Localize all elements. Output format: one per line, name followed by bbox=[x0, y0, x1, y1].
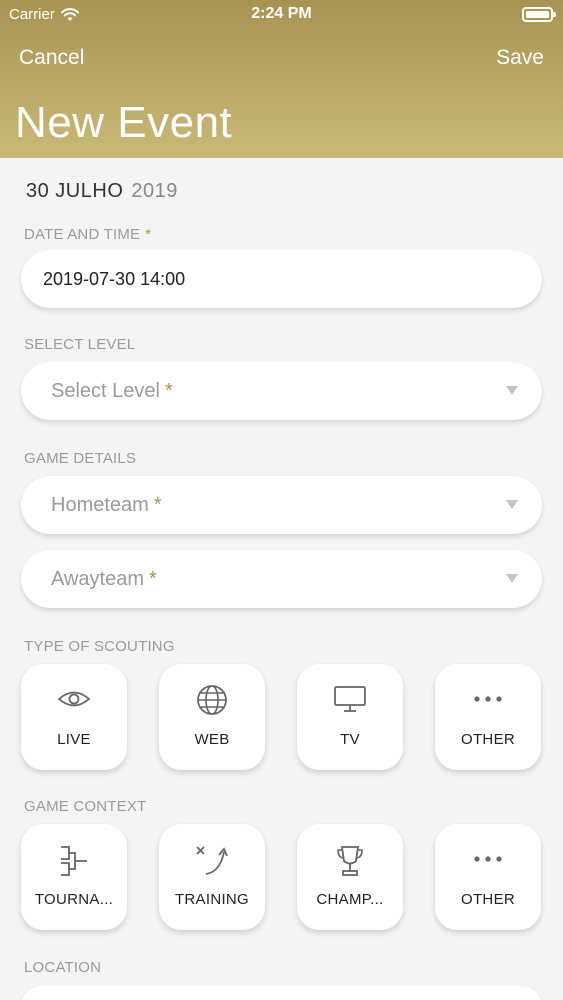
selected-date: 30 JULHO 2019 bbox=[26, 180, 178, 203]
select-level-label: SELECT LEVEL bbox=[24, 336, 136, 353]
globe-icon bbox=[159, 684, 265, 715]
required-mark: * bbox=[164, 379, 173, 402]
chevron-down-icon bbox=[506, 500, 518, 509]
scouting-option-label: LIVE bbox=[57, 731, 91, 748]
page-title: New Event bbox=[15, 98, 233, 147]
date-day-month: 30 JULHO bbox=[26, 180, 124, 202]
select-level-placeholder: Select Level bbox=[51, 379, 160, 402]
chevron-down-icon bbox=[506, 386, 518, 395]
game-details-label: GAME DETAILS bbox=[24, 450, 137, 467]
cancel-button[interactable]: Cancel bbox=[19, 46, 84, 70]
status-time: 2:24 PM bbox=[251, 5, 312, 22]
context-option-label: TOURNA... bbox=[34, 891, 114, 908]
hometeam-dropdown[interactable]: Hometeam * bbox=[21, 476, 542, 534]
date-time-label: DATE AND TIME * bbox=[24, 226, 151, 243]
context-option-training[interactable]: TRAINING bbox=[159, 824, 265, 930]
header-bar: Carrier 2:24 PM Cancel Save New Event bbox=[0, 0, 563, 158]
scouting-option-tv[interactable]: TV bbox=[297, 664, 403, 770]
battery-icon bbox=[522, 7, 556, 22]
game-context-label: GAME CONTEXT bbox=[24, 798, 147, 815]
hometeam-placeholder: Hometeam bbox=[51, 493, 149, 516]
scouting-option-other[interactable]: OTHER bbox=[435, 664, 541, 770]
date-year: 2019 bbox=[131, 180, 178, 202]
select-level-dropdown[interactable]: Select Level * bbox=[21, 362, 542, 420]
scouting-option-label: WEB bbox=[194, 731, 230, 748]
trophy-icon bbox=[297, 844, 403, 876]
scouting-option-label: TV bbox=[340, 731, 360, 748]
date-time-value: 2019-07-30 14:00 bbox=[43, 268, 186, 289]
type-of-scouting-label: TYPE OF SCOUTING bbox=[24, 638, 175, 655]
more-dots-icon bbox=[435, 684, 541, 714]
awayteam-dropdown[interactable]: Awayteam * bbox=[21, 550, 542, 608]
context-option-championship[interactable]: CHAMP... bbox=[297, 824, 403, 930]
chevron-down-icon bbox=[506, 574, 518, 583]
bracket-icon bbox=[21, 844, 127, 876]
scouting-option-live[interactable]: LIVE bbox=[21, 664, 127, 770]
tactics-icon bbox=[159, 844, 265, 875]
required-mark: * bbox=[149, 567, 157, 590]
location-field[interactable] bbox=[21, 986, 542, 1000]
save-button[interactable]: Save bbox=[496, 46, 544, 70]
status-bar: Carrier 2:24 PM bbox=[0, 0, 563, 30]
context-option-label: CHAMP... bbox=[316, 891, 384, 908]
context-option-label: TRAINING bbox=[174, 891, 250, 908]
eye-icon bbox=[21, 684, 127, 714]
date-time-field[interactable]: 2019-07-30 14:00 bbox=[21, 250, 542, 308]
more-dots-icon bbox=[435, 844, 541, 874]
scouting-option-label: OTHER bbox=[461, 731, 515, 748]
monitor-icon bbox=[297, 684, 403, 714]
context-option-other[interactable]: OTHER bbox=[435, 824, 541, 930]
date-time-label-text: DATE AND TIME bbox=[24, 226, 141, 243]
event-form: 30 JULHO 2019 DATE AND TIME * 2019-07-30 1… bbox=[0, 158, 563, 1000]
required-mark: * bbox=[153, 493, 162, 516]
location-label: LOCATION bbox=[24, 959, 102, 976]
required-mark: * bbox=[145, 226, 152, 243]
awayteam-placeholder: Awayteam bbox=[51, 567, 145, 590]
scouting-option-web[interactable]: WEB bbox=[159, 664, 265, 770]
context-option-tournament[interactable]: TOURNA... bbox=[21, 824, 127, 930]
context-option-label: OTHER bbox=[461, 891, 515, 908]
